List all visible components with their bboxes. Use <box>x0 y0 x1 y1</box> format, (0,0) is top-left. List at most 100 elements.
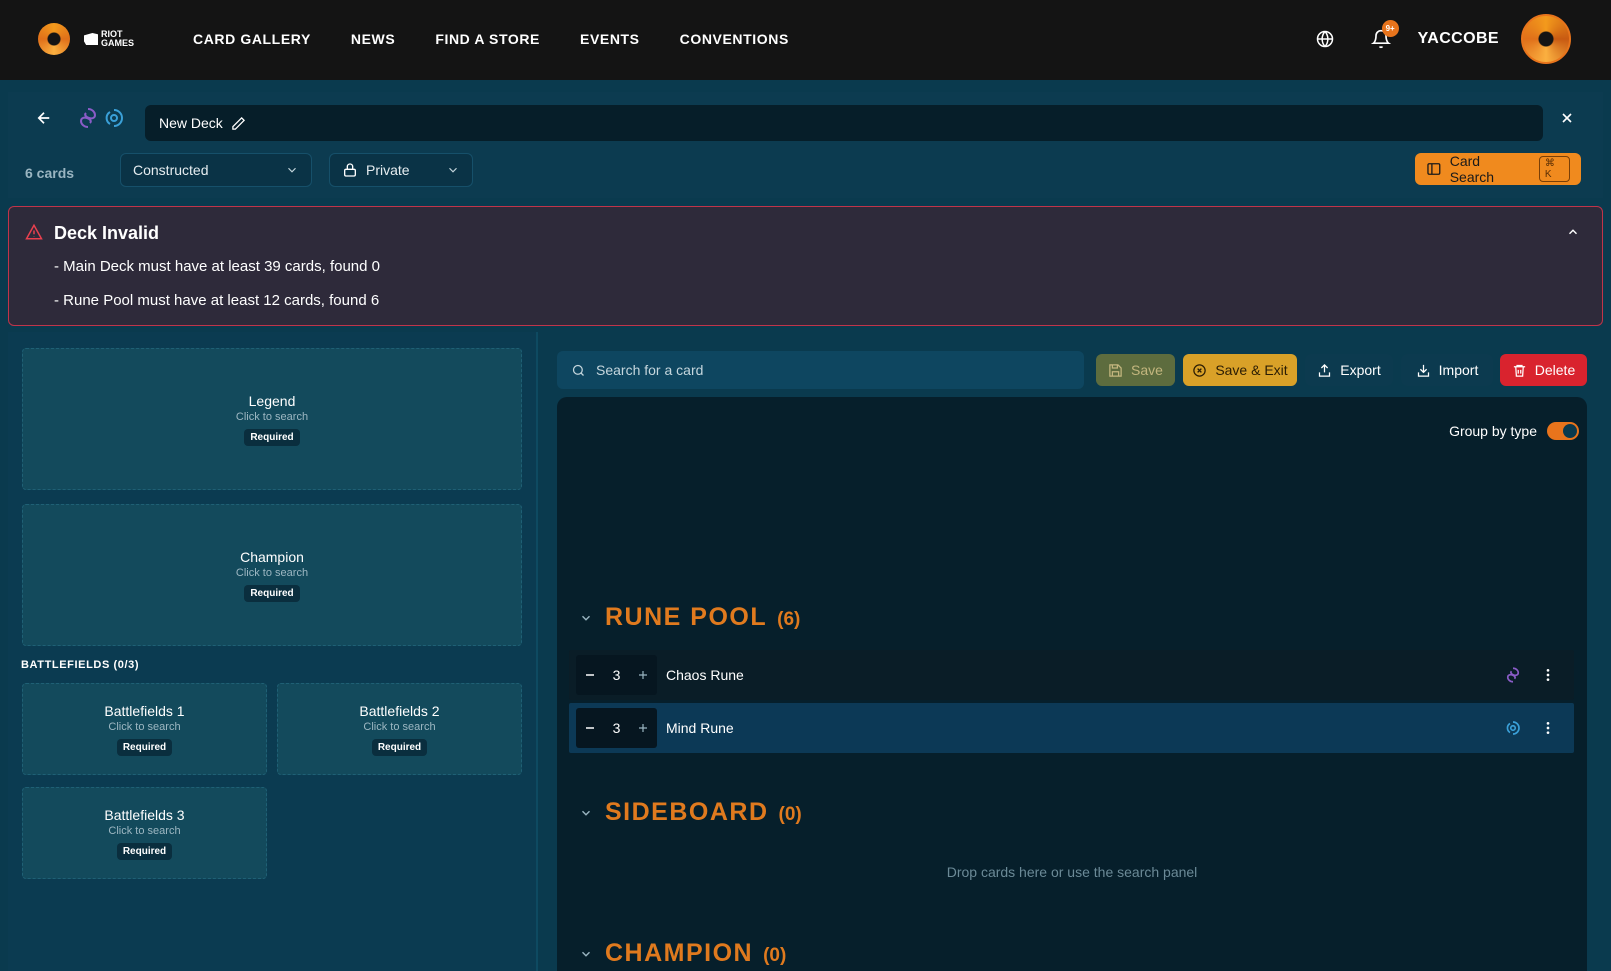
battlefield-slot-3[interactable]: Battlefields 3 Click to search Required <box>22 787 267 879</box>
deck-slots-panel: Legend Click to search Required Champion… <box>8 332 536 971</box>
card-search-button[interactable]: Card Search ⌘ K <box>1415 153 1581 185</box>
import-label: Import <box>1438 362 1479 378</box>
section-title: CHAMPION <box>605 939 754 967</box>
quantity-value: 3 <box>612 720 621 736</box>
upload-icon <box>1319 363 1331 377</box>
home-logo[interactable]: RIOT GAMES <box>38 23 147 55</box>
close-button[interactable] <box>1555 106 1579 130</box>
notifications-button[interactable]: 9+ <box>1368 20 1399 52</box>
slot-hint: Click to search <box>235 410 309 423</box>
card-count: 6 cards <box>25 165 75 181</box>
lock-icon <box>344 163 356 177</box>
nav-news[interactable]: NEWS <box>351 31 395 47</box>
battlefields-label: BATTLEFIELDS (0/3) <box>21 659 140 671</box>
deck-header: New Deck 6 cards Constructed Private Car… <box>8 92 1603 198</box>
required-badge: Required <box>116 842 173 860</box>
visibility-value: Private <box>366 162 410 178</box>
card-row[interactable]: 3 Chaos Rune <box>569 650 1574 700</box>
save-icon <box>1109 363 1122 377</box>
minus-icon <box>586 727 594 729</box>
quantity-stepper: 3 <box>576 655 657 695</box>
save-label: Save <box>1131 362 1163 378</box>
riot-games-label: RIOT GAMES <box>101 29 135 48</box>
shortcut-hint: ⌘ K <box>1538 156 1571 182</box>
nav-find-a-store[interactable]: FIND A STORE <box>435 31 540 47</box>
nav-conventions[interactable]: CONVENTIONS <box>680 31 789 47</box>
collapse-alert-button[interactable] <box>1566 225 1580 244</box>
card-menu-button[interactable] <box>1540 720 1556 736</box>
section-title: RUNE POOL <box>605 603 768 631</box>
card-search-input[interactable]: Search for a card <box>557 351 1084 389</box>
card-search-label: Card Search <box>1449 153 1495 185</box>
chevron-down-icon <box>288 167 296 173</box>
decrement-button[interactable] <box>583 668 597 682</box>
nav-events[interactable]: EVENTS <box>580 31 640 47</box>
language-button[interactable] <box>1312 26 1338 52</box>
edit-name-button[interactable] <box>231 116 246 131</box>
slot-hint: Click to search <box>108 824 181 837</box>
save-exit-label: Save & Exit <box>1215 362 1288 378</box>
alert-item: - Main Deck must have at least 39 cards,… <box>54 258 380 275</box>
download-icon <box>1417 364 1429 377</box>
arrow-left-icon <box>37 112 50 124</box>
increment-button[interactable] <box>636 668 650 682</box>
card-name: Chaos Rune <box>666 667 744 683</box>
panel-divider[interactable] <box>536 332 538 971</box>
required-badge: Required <box>371 738 428 756</box>
mind-icon <box>1506 721 1520 735</box>
slot-title: Champion <box>240 548 304 565</box>
delete-button[interactable]: Delete <box>1500 354 1587 386</box>
nav-card-gallery[interactable]: CARD GALLERY <box>193 31 311 47</box>
card-menu-button[interactable] <box>1540 667 1556 683</box>
warning-icon <box>25 223 43 240</box>
champion-slot[interactable]: Champion Click to search Required <box>22 504 522 646</box>
deck-name-field[interactable]: New Deck <box>145 105 1543 141</box>
slot-hint: Click to search <box>235 566 309 579</box>
alert-item: - Rune Pool must have at least 12 cards,… <box>54 292 380 309</box>
format-select[interactable]: Constructed <box>120 153 312 187</box>
minus-icon <box>586 674 594 676</box>
save-and-exit-button[interactable]: Save & Exit <box>1183 354 1297 386</box>
plus-icon <box>638 671 647 679</box>
group-by-type-label: Group by type <box>1449 423 1537 439</box>
username[interactable]: YACCOBE <box>1418 30 1499 48</box>
section-sideboard[interactable]: SIDEBOARD (0) <box>579 798 802 827</box>
riot-fist-icon <box>84 33 98 45</box>
battlefield-slot-2[interactable]: Battlefields 2 Click to search Required <box>277 683 522 775</box>
deck-domains <box>76 106 126 130</box>
required-badge: Required <box>116 738 173 756</box>
import-button[interactable]: Import <box>1401 354 1493 386</box>
format-value: Constructed <box>133 162 209 178</box>
export-button[interactable]: Export <box>1305 354 1393 386</box>
section-title: SIDEBOARD <box>605 798 769 826</box>
chevron-down-icon <box>449 167 457 173</box>
avatar[interactable] <box>1521 14 1571 64</box>
sideboard-empty-message: Drop cards here or use the search panel <box>946 864 1198 880</box>
section-rune-pool[interactable]: RUNE POOL (6) <box>579 603 800 632</box>
plus-icon <box>638 724 647 732</box>
battlefield-slot-1[interactable]: Battlefields 1 Click to search Required <box>22 683 267 775</box>
required-badge: Required <box>244 584 300 602</box>
panel-icon <box>1427 163 1441 175</box>
search-placeholder: Search for a card <box>596 362 704 378</box>
chevron-down-icon <box>582 615 590 621</box>
close-icon <box>1562 113 1572 123</box>
close-circle-icon <box>1193 363 1207 377</box>
back-button[interactable] <box>30 104 58 132</box>
decrement-button[interactable] <box>583 721 597 735</box>
save-button[interactable]: Save <box>1096 354 1175 386</box>
card-row[interactable]: 3 Mind Rune <box>569 703 1574 753</box>
export-label: Export <box>1340 362 1381 378</box>
slot-hint: Click to search <box>108 720 181 733</box>
group-by-type-toggle[interactable] <box>1547 422 1579 440</box>
slot-hint: Click to search <box>363 720 436 733</box>
deck-list: Group by type RUNE POOL (6) 3 Chaos Rune <box>557 397 1587 971</box>
required-badge: Required <box>244 428 300 446</box>
slot-title: Legend <box>248 392 296 409</box>
section-champion[interactable]: CHAMPION (0) <box>579 939 786 968</box>
legend-slot[interactable]: Legend Click to search Required <box>22 348 522 490</box>
visibility-select[interactable]: Private <box>329 153 473 187</box>
increment-button[interactable] <box>636 721 650 735</box>
more-vertical-icon <box>1546 722 1550 734</box>
section-count: (0) <box>763 945 787 966</box>
